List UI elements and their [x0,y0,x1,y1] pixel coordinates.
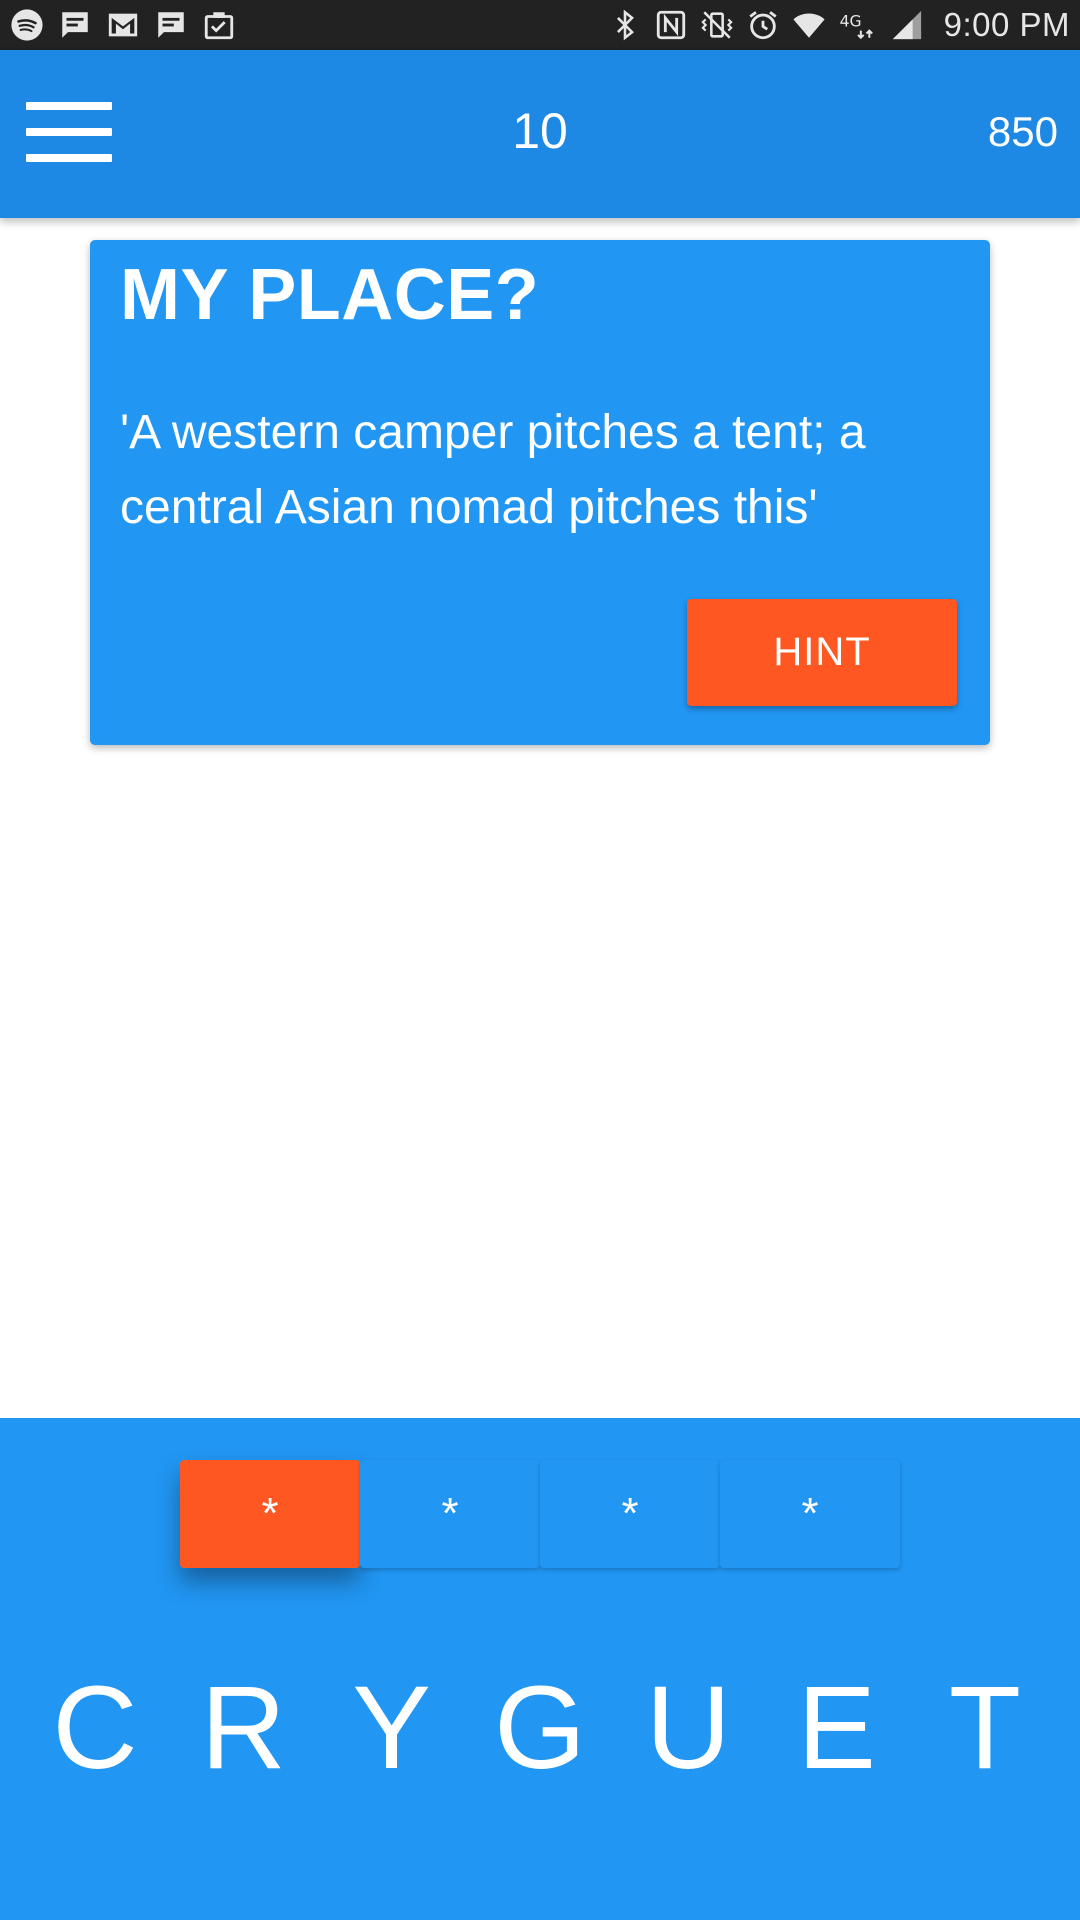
answer-slot[interactable]: * [720,1460,900,1568]
status-time: 9:00 PM [943,6,1070,43]
gmail-icon [106,8,140,42]
status-bar: 4G 9:00 PM [0,0,1080,50]
question-title: MY PLACE? [120,255,540,335]
spotify-icon [10,8,44,42]
signal-icon [890,8,924,42]
hint-button[interactable]: HINT [687,599,957,706]
letter-tile[interactable]: E [772,1668,902,1788]
bluetooth-icon [608,8,642,42]
answer-slots: * * * * [180,1460,900,1568]
app-bar: 10 850 [0,50,1080,218]
answer-slot[interactable]: * [180,1460,360,1568]
question-card: MY PLACE? 'A western camper pitches a te… [90,240,990,745]
wifi-icon [792,8,826,42]
clue-text: 'A western camper pitches a tent; a cent… [120,406,866,534]
letter-tile[interactable]: G [475,1668,605,1788]
message-icon [154,8,188,42]
alarm-icon [746,8,780,42]
svg-text:4G: 4G [839,12,861,30]
score-counter: 850 [987,108,1058,155]
letter-tile[interactable]: Y [327,1668,457,1788]
answer-slot[interactable]: * [540,1460,720,1568]
answer-panel: * * * * C R Y G U E T [0,1418,1080,1920]
vibrate-icon [700,8,734,42]
lte-icon: 4G [838,8,878,42]
letter-tile[interactable]: U [623,1668,753,1788]
nfc-icon [654,8,688,42]
letter-tile[interactable]: C [30,1668,160,1788]
letter-tile[interactable]: R [178,1668,308,1788]
clipboard-check-icon [202,8,236,42]
system-icons: 4G 9:00 PM [608,6,1070,44]
letter-choices: C R Y G U E T [20,1668,1060,1788]
notification-icons [10,8,236,42]
message-icon [58,8,92,42]
level-number: 10 [512,103,568,159]
answer-slot[interactable]: * [360,1460,540,1568]
letter-tile[interactable]: T [920,1668,1050,1788]
